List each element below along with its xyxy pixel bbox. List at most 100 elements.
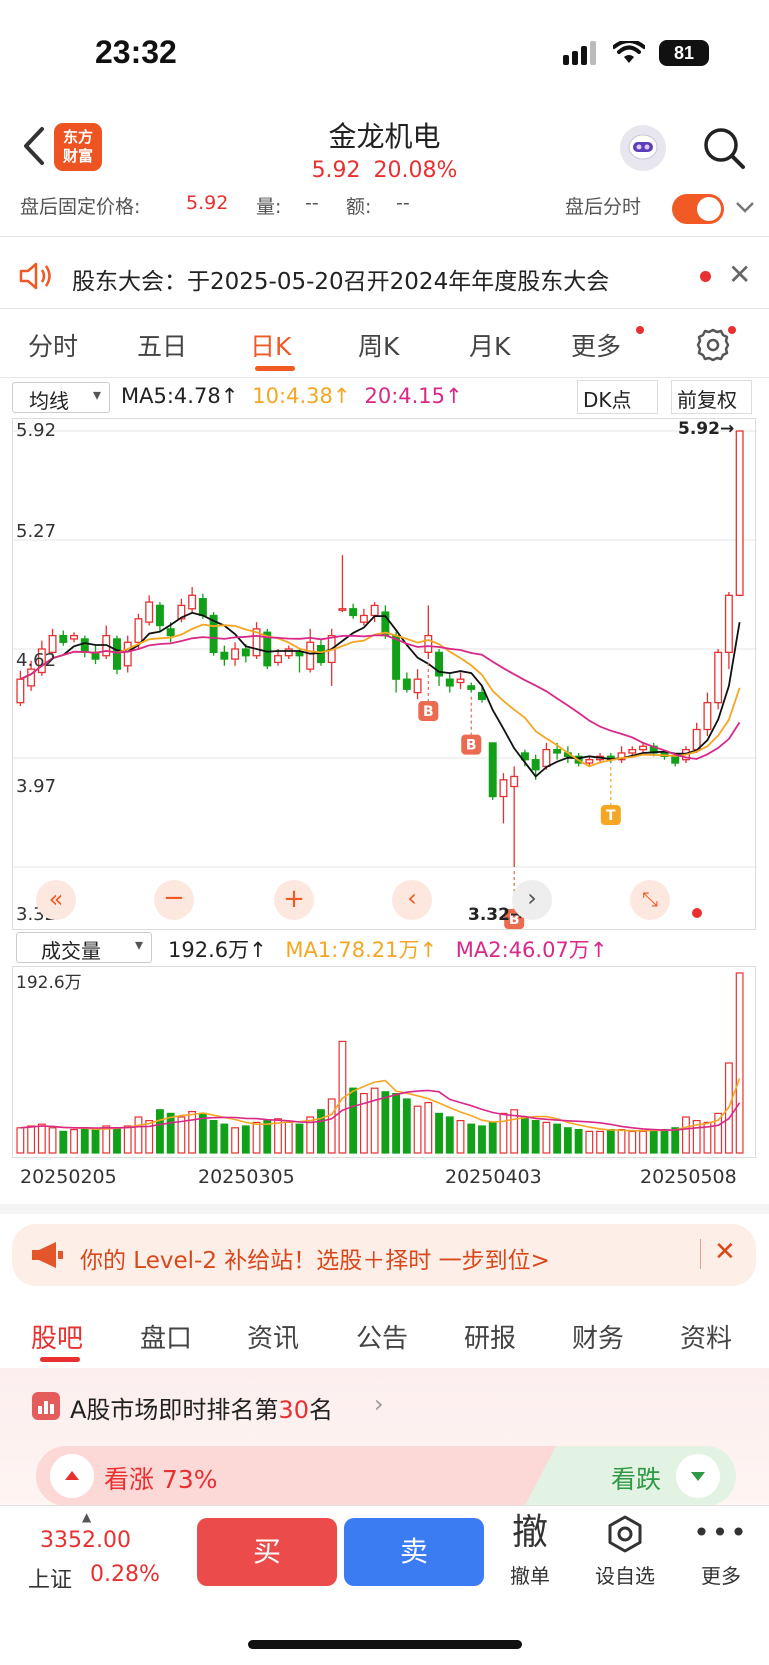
step-right-icon[interactable]: ›: [512, 880, 552, 920]
ma20-arrow-icon: ↑: [445, 384, 463, 408]
zoom-out-icon[interactable]: −: [154, 880, 194, 920]
vote-down-button[interactable]: [676, 1454, 720, 1498]
index-value[interactable]: 3352.00: [40, 1528, 131, 1553]
stock-change-pct: 20.08%: [373, 158, 458, 183]
date-label-1: 20250205: [20, 1166, 117, 1188]
candle-up: [231, 648, 240, 660]
candle-up: [188, 594, 197, 610]
divider: [0, 236, 769, 237]
notice-dot: [700, 271, 711, 282]
vote-up-text[interactable]: 看涨 73%: [104, 1460, 218, 1496]
volume-chart[interactable]: [12, 966, 756, 1158]
volume-bar-down: [660, 1129, 669, 1154]
tab-pankou[interactable]: 盘口: [140, 1318, 192, 1355]
vol-ma2-arrow-icon: ↑: [589, 938, 608, 962]
add-watchlist-button[interactable]: 设自选: [590, 1510, 660, 1589]
promo-separator: [700, 1239, 701, 1269]
candle-down: [445, 678, 454, 687]
tab-research[interactable]: 研报: [464, 1318, 516, 1355]
kline-chart[interactable]: BBBT: [12, 418, 757, 930]
tab-more[interactable]: 更多: [571, 327, 621, 363]
after-hours-toggle[interactable]: [672, 194, 724, 224]
volume-bar-down: [113, 1127, 121, 1154]
dk-point-button[interactable]: DK点: [577, 380, 658, 414]
settings-icon[interactable]: [694, 326, 732, 364]
promo-close-icon[interactable]: ✕: [714, 1237, 736, 1267]
candle-up: [274, 655, 282, 664]
volume-label: 量:: [256, 196, 282, 218]
vol-ma1-arrow-icon: ↑: [419, 938, 438, 962]
volume-bar-up: [188, 1111, 197, 1154]
volume-bar-up: [134, 1116, 143, 1154]
volume-bar-down: [155, 1109, 164, 1154]
zoom-in-icon[interactable]: +: [274, 880, 314, 920]
vote-up-button[interactable]: [50, 1454, 94, 1498]
volume-bar-up: [37, 1123, 46, 1154]
volume-bar-up: [413, 1105, 422, 1154]
volume-bar-down: [166, 1112, 175, 1154]
tab-finance[interactable]: 财务: [572, 1318, 624, 1355]
buy-button[interactable]: 买: [197, 1518, 337, 1586]
chevron-down-icon[interactable]: [735, 200, 755, 214]
fixed-price-value: 5.92: [186, 192, 229, 214]
tab-announcements[interactable]: 公告: [356, 1318, 408, 1355]
index-name[interactable]: 上证: [28, 1562, 72, 1594]
chart-dot: [692, 908, 702, 918]
volume-bar-down: [295, 1123, 304, 1154]
more-button[interactable]: ••• 更多: [686, 1510, 756, 1589]
step-left-icon[interactable]: ‹: [392, 880, 432, 920]
vol-arrow-icon: ↑: [249, 938, 267, 962]
cancel-order-button[interactable]: 撤 撤单: [495, 1510, 565, 1589]
scroll-left-fast-icon[interactable]: «: [36, 880, 76, 920]
vol-ma2: MA2:46.07万: [455, 938, 590, 962]
tab-guba[interactable]: 股吧: [31, 1318, 83, 1355]
volume-bar-down: [59, 1130, 68, 1154]
volume-bar-down: [467, 1123, 476, 1154]
status-time: 23:32: [95, 34, 177, 70]
volume-bar-down: [220, 1123, 229, 1154]
tab-five-day[interactable]: 五日: [137, 327, 187, 363]
volume-bar-up: [596, 1130, 605, 1154]
sell-button[interactable]: 卖: [344, 1518, 484, 1586]
volume-svg: [16, 972, 744, 1154]
candle-down: [671, 755, 680, 764]
adjustment-button[interactable]: 前复权: [671, 380, 752, 414]
search-icon[interactable]: [702, 126, 746, 170]
tab-weekly-k[interactable]: 周K: [358, 327, 399, 363]
tab-news[interactable]: 资讯: [247, 1318, 299, 1355]
tab-profile[interactable]: 资料: [680, 1318, 732, 1355]
tab-daily-k[interactable]: 日K: [250, 327, 291, 363]
ranking-suffix: 名: [308, 1396, 333, 1424]
candle-up: [703, 702, 712, 731]
candle-up: [456, 678, 465, 684]
market-ranking[interactable]: A股市场即时排名第30名: [70, 1390, 333, 1425]
fullscreen-icon[interactable]: ⤡: [630, 880, 670, 920]
promo-text[interactable]: 你的 Level-2 补给站！选股＋择时 一步到位>: [80, 1241, 550, 1275]
candle-up: [284, 648, 293, 657]
cancel-order-label: 撤单: [510, 1564, 550, 1588]
section-gap: [0, 1204, 769, 1214]
index-change-pct[interactable]: 0.28%: [90, 1562, 160, 1587]
volume-bar-down: [392, 1092, 401, 1154]
date-label-4: 20250508: [640, 1166, 737, 1188]
robot-assistant-icon[interactable]: [620, 125, 666, 171]
tab-timeshare[interactable]: 分时: [28, 327, 78, 363]
ma-select[interactable]: 均线: [12, 382, 110, 413]
candle-down: [155, 604, 164, 627]
volume-select[interactable]: 成交量: [16, 932, 152, 963]
volume-bar-up: [284, 1121, 293, 1154]
notice-close-icon[interactable]: ✕: [728, 258, 751, 291]
volume-bar-up: [327, 1098, 336, 1154]
volume-bar-up: [499, 1112, 508, 1154]
tab-monthly-k[interactable]: 月K: [469, 327, 510, 363]
volume-bar-up: [456, 1120, 465, 1154]
volume-ma2-line: [20, 1089, 741, 1131]
chevron-right-icon[interactable]: ›: [374, 1390, 384, 1418]
candle-down: [220, 651, 229, 660]
volume-bar-up: [16, 1127, 25, 1154]
volume-bar-down: [563, 1127, 572, 1154]
notice-text[interactable]: 股东大会：于2025-05-20召开2024年年度股东大会: [72, 262, 609, 296]
candle-up: [413, 678, 422, 694]
vote-down-label[interactable]: 看跌: [611, 1460, 661, 1496]
candle-up: [70, 634, 79, 640]
